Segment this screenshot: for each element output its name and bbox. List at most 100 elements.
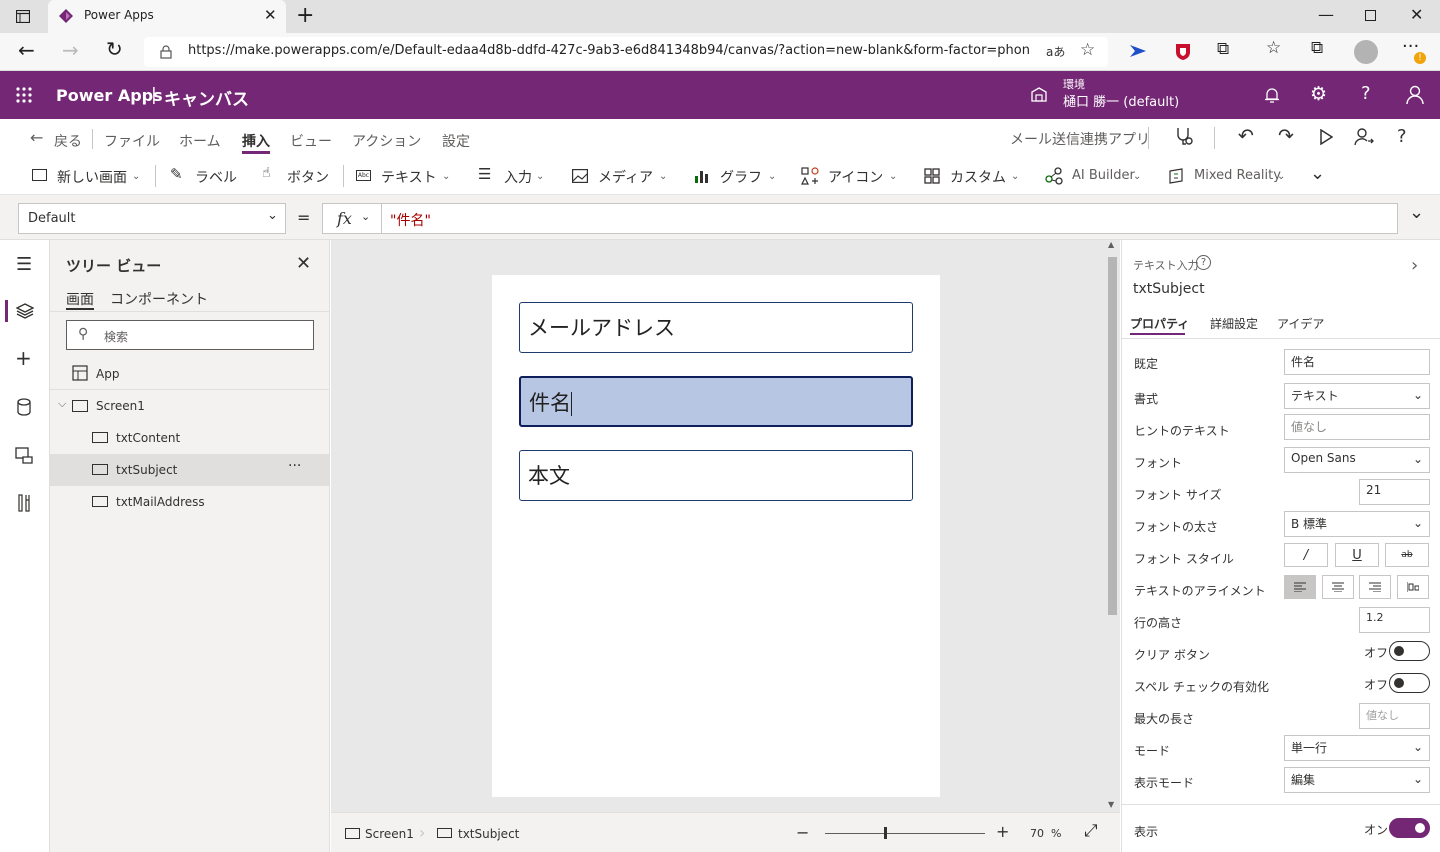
text-input-subject[interactable]: 件名 <box>519 376 913 427</box>
prop-default-input[interactable]: 件名 <box>1284 349 1430 375</box>
menu-settings[interactable]: 設定 <box>442 131 470 151</box>
clear-button-toggle[interactable] <box>1389 641 1430 661</box>
prop-maxlen-input[interactable]: 値なし <box>1359 703 1430 729</box>
insert-plus-icon[interactable]: + <box>15 346 32 370</box>
scrollbar-thumb[interactable] <box>1108 257 1117 615</box>
chart-button[interactable]: グラフ <box>720 167 762 187</box>
undo-icon[interactable]: ↶ <box>1238 125 1254 147</box>
close-window-icon[interactable]: ✕ <box>1410 5 1423 24</box>
profile-avatar[interactable] <box>1354 40 1378 64</box>
icon-button[interactable]: アイコン <box>828 167 883 187</box>
advanced-tools-icon[interactable] <box>17 494 31 512</box>
tree-item-txtmailaddress[interactable]: txtMailAddress <box>116 495 205 509</box>
tree-item-screen1[interactable]: Screen1 <box>96 399 145 413</box>
button-button[interactable]: ボタン <box>287 167 329 187</box>
scroll-down-icon[interactable]: ▼ <box>1108 800 1114 809</box>
back-icon[interactable]: ← <box>18 38 35 62</box>
underline-button[interactable]: U <box>1335 543 1379 567</box>
tab-ideas[interactable]: アイデア <box>1277 315 1324 332</box>
favorite-add-icon[interactable]: ☆ <box>1080 40 1095 60</box>
app-name[interactable]: メール送信連携アプリ <box>1010 129 1150 149</box>
share-icon[interactable] <box>1354 127 1374 147</box>
refresh-icon[interactable]: ↻ <box>106 37 123 61</box>
collapse-chevron-icon[interactable]: ⌵ <box>58 397 66 411</box>
forward-icon[interactable]: → <box>62 38 79 62</box>
collapse-panel-icon[interactable]: › <box>1411 255 1418 276</box>
menu-view[interactable]: ビュー <box>290 131 332 151</box>
spell-check-toggle[interactable] <box>1389 673 1430 693</box>
visible-toggle[interactable] <box>1389 818 1430 838</box>
text-input-mail-address[interactable]: メールアドレス <box>519 302 913 353</box>
prop-size-input[interactable]: 21 <box>1359 479 1430 505</box>
app-checker-icon[interactable] <box>1174 126 1194 148</box>
zoom-slider[interactable] <box>825 833 985 834</box>
mixed-reality-button[interactable]: Mixed Reality <box>1194 168 1281 183</box>
tab-advanced[interactable]: 詳細設定 <box>1210 315 1258 332</box>
media-library-icon[interactable] <box>15 446 33 464</box>
control-name[interactable]: txtSubject <box>1133 281 1205 297</box>
align-justify-button[interactable] <box>1397 575 1429 599</box>
favorites-icon[interactable]: ☆ <box>1266 38 1281 58</box>
restore-icon[interactable] <box>1365 10 1376 21</box>
align-center-button[interactable] <box>1322 575 1354 599</box>
ai-builder-button[interactable]: AI Builder <box>1072 168 1135 183</box>
tree-view-icon[interactable] <box>16 303 34 319</box>
tree-item-txtsubject[interactable]: txtSubject <box>116 463 177 477</box>
scroll-up-icon[interactable]: ▲ <box>1108 240 1114 249</box>
menu-home[interactable]: ホーム <box>179 131 221 151</box>
help-icon[interactable]: ? <box>1361 83 1371 104</box>
notifications-icon[interactable] <box>1264 86 1280 104</box>
media-button[interactable]: メディア <box>598 167 653 187</box>
custom-button[interactable]: カスタム <box>950 167 1006 187</box>
zoom-slider-thumb[interactable] <box>884 827 887 839</box>
more-options-icon[interactable]: ··· <box>288 458 301 474</box>
tab-actions-icon[interactable] <box>14 8 32 24</box>
prop-lineheight-input[interactable]: 1.2 <box>1359 607 1430 633</box>
account-icon[interactable] <box>1406 85 1424 105</box>
text-input-content[interactable]: 本文 <box>519 450 913 501</box>
extensions-icon[interactable]: ⧉ <box>1217 39 1229 59</box>
shield-extension-icon[interactable] <box>1174 42 1192 61</box>
data-icon[interactable] <box>17 398 31 416</box>
play-icon[interactable] <box>1319 129 1333 145</box>
back-button[interactable]: 戻る <box>54 131 82 151</box>
settings-icon[interactable]: ⚙ <box>1310 83 1327 105</box>
tab-components[interactable]: コンポーネント <box>110 289 208 309</box>
input-button[interactable]: 入力 <box>504 167 532 187</box>
tab-properties[interactable]: プロパティ <box>1130 315 1189 332</box>
text-button[interactable]: テキスト <box>381 167 437 187</box>
url-field[interactable]: https://make.powerapps.com/e/Default-eda… <box>144 37 1108 67</box>
tree-search-input[interactable]: ⚲ 検索 <box>66 320 314 350</box>
read-aloud-icon[interactable]: aあ <box>1046 43 1065 60</box>
fit-to-window-icon[interactable]: ⤢ <box>1084 821 1098 841</box>
tree-item-txtcontent[interactable]: txtContent <box>116 431 180 445</box>
align-right-button[interactable] <box>1359 575 1391 599</box>
expand-formula-icon[interactable]: ⌄ <box>1409 202 1424 223</box>
prop-font-dropdown[interactable]: Open Sans ⌄ <box>1284 447 1430 473</box>
italic-button[interactable]: / <box>1284 543 1328 567</box>
menu-insert[interactable]: 挿入 <box>242 131 270 151</box>
strikethrough-button[interactable]: ab <box>1385 543 1429 567</box>
property-dropdown[interactable]: Default ⌄ <box>18 203 286 234</box>
footer-screen-crumb[interactable]: Screen1 <box>365 827 414 841</box>
environment-name[interactable]: 樋口 勝一 (default) <box>1063 91 1179 110</box>
redo-icon[interactable]: ↷ <box>1278 125 1294 147</box>
prop-format-dropdown[interactable]: テキスト ⌄ <box>1284 383 1430 409</box>
help-circle-icon[interactable]: ? <box>1196 255 1211 270</box>
menu-file[interactable]: ファイル <box>104 131 160 151</box>
footer-control-crumb[interactable]: txtSubject <box>458 827 519 841</box>
prop-hint-input[interactable]: 値なし <box>1284 414 1430 440</box>
tab-screens[interactable]: 画面 <box>66 289 94 309</box>
waffle-icon[interactable] <box>16 87 32 103</box>
canvas-scrollbar[interactable]: ▲ ▼ <box>1105 240 1120 812</box>
hamburger-icon[interactable]: ☰ <box>16 254 32 275</box>
collections-icon[interactable]: ⧉ <box>1311 38 1323 58</box>
prop-weight-dropdown[interactable]: B 標準 ⌄ <box>1284 511 1430 537</box>
align-left-button[interactable] <box>1284 575 1316 599</box>
extension-arrow-icon[interactable] <box>1128 43 1148 59</box>
minimize-icon[interactable]: — <box>1318 5 1334 24</box>
menu-action[interactable]: アクション <box>352 131 421 151</box>
formula-input[interactable]: "件名" <box>381 203 1398 234</box>
browser-tab[interactable]: Power Apps ✕ <box>48 0 286 33</box>
close-panel-icon[interactable]: ✕ <box>296 253 311 274</box>
